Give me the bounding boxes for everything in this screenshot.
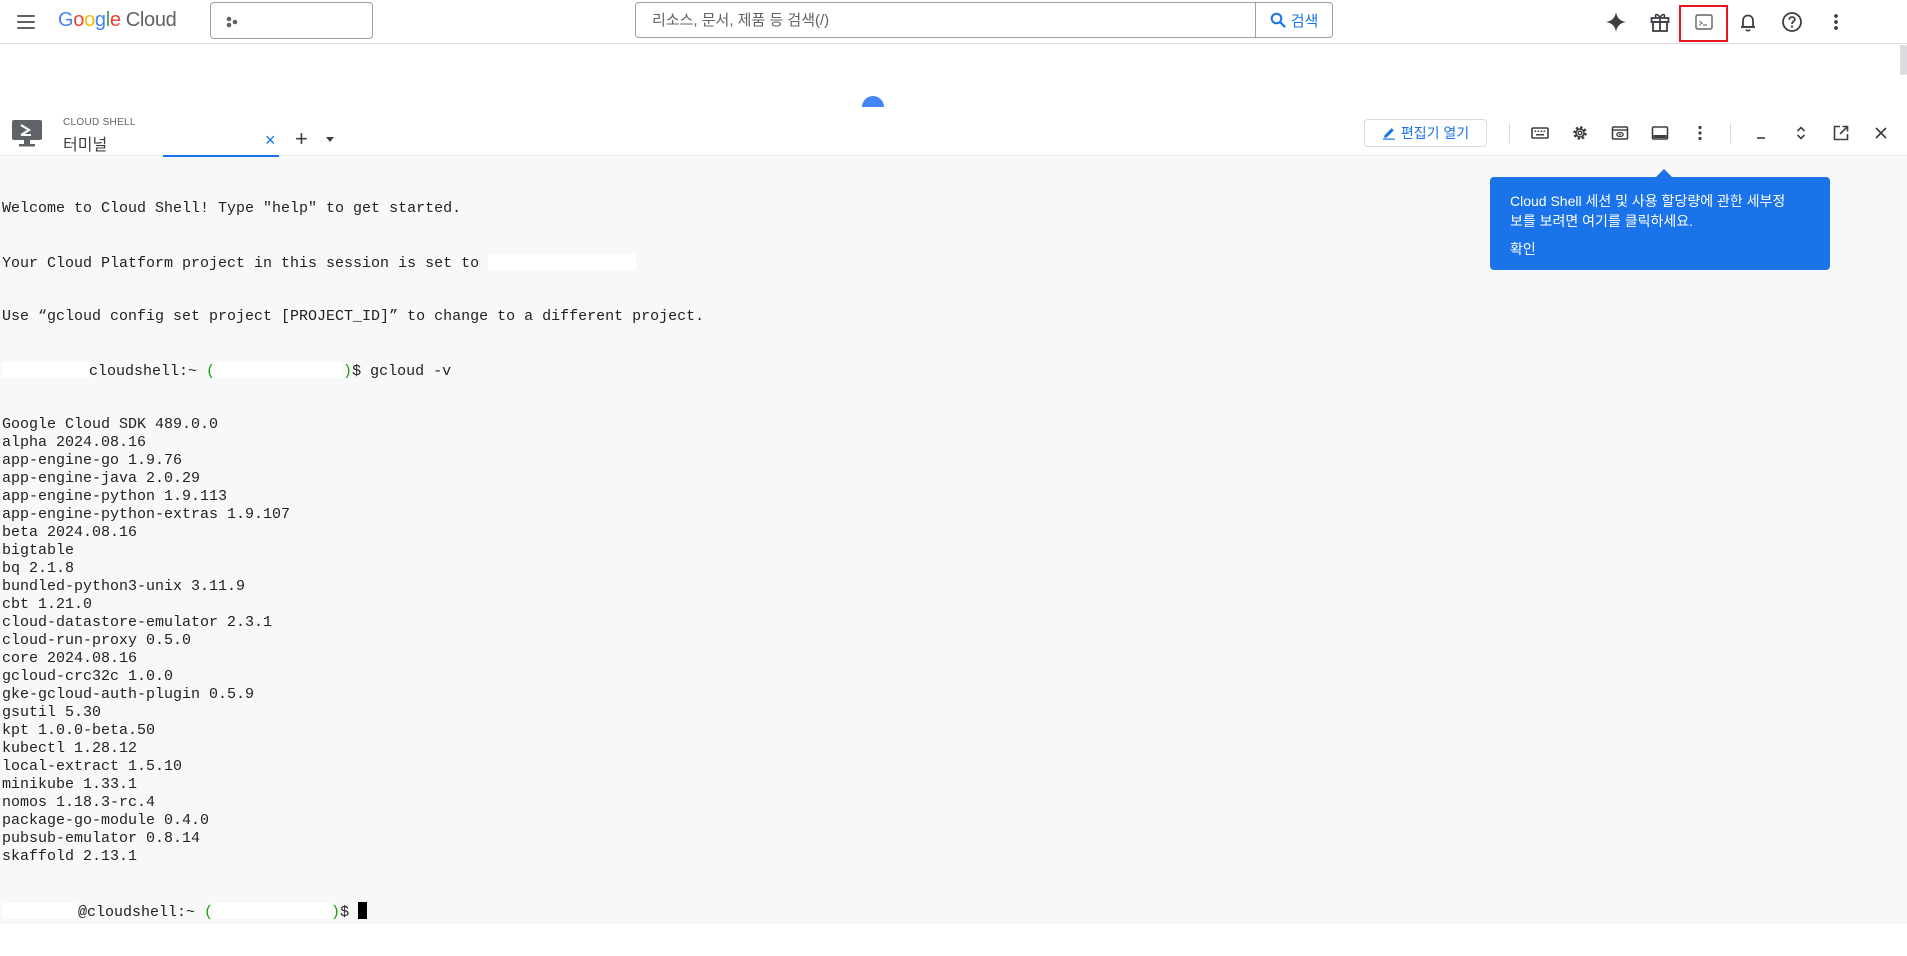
terminal-output-line: gke-gcloud-auth-plugin 0.5.9 bbox=[2, 686, 255, 703]
cloud-shell-kicker: CLOUD SHELL bbox=[63, 117, 136, 128]
terminal-output-line: local-extract 1.5.10 bbox=[2, 758, 183, 775]
search-button[interactable]: 검색 bbox=[1255, 3, 1332, 37]
cloud-shell-logo-icon bbox=[12, 120, 42, 147]
open-editor-label: 편집기 열기 bbox=[1400, 125, 1470, 141]
console-content-area bbox=[0, 45, 1907, 109]
terminal-output-line: gcloud-crc32c 1.0.0 bbox=[2, 668, 174, 685]
highlight-box bbox=[1679, 5, 1728, 42]
search-bar: 검색 bbox=[635, 2, 1333, 38]
terminal-line: Use “gcloud config set project [PROJECT_… bbox=[2, 308, 705, 325]
terminal-output-line: skaffold 2.13.1 bbox=[2, 848, 138, 865]
terminal-output-line: gsutil 5.30 bbox=[2, 704, 102, 721]
redacted-project-id bbox=[215, 362, 344, 378]
search-input[interactable] bbox=[636, 3, 1255, 37]
help-icon[interactable] bbox=[1774, 4, 1810, 40]
terminal-pane[interactable]: Welcome to Cloud Shell! Type "help" to g… bbox=[0, 157, 1907, 924]
terminal-output-line: alpha 2024.08.16 bbox=[2, 434, 147, 451]
top-app-bar: GoogleCloud 검색 bbox=[0, 0, 1907, 44]
terminal-line: Your Cloud Platform project in this sess… bbox=[2, 254, 704, 272]
divider bbox=[1509, 123, 1510, 143]
redacted-project-id bbox=[488, 254, 637, 270]
chevron-down-icon[interactable] bbox=[326, 137, 334, 142]
google-cloud-logo[interactable]: Google Cloud bbox=[58, 9, 177, 32]
more-vert-icon[interactable] bbox=[1684, 117, 1716, 149]
open-editor-button[interactable]: 편집기 열기 bbox=[1364, 119, 1487, 147]
search-button-label: 검색 bbox=[1290, 12, 1319, 30]
terminal-line: Welcome to Cloud Shell! Type "help" to g… bbox=[2, 200, 462, 217]
terminal-output-line: bundled-python3-unix 3.11.9 bbox=[2, 578, 246, 595]
open-in-new-window-icon[interactable] bbox=[1825, 117, 1857, 149]
terminal-output-line: pubsub-emulator 0.8.14 bbox=[2, 830, 201, 847]
redacted-username bbox=[2, 903, 78, 919]
terminal-output-line: app-engine-go 1.9.76 bbox=[2, 452, 183, 469]
terminal-cursor bbox=[358, 902, 368, 919]
minimize-icon[interactable] bbox=[1745, 117, 1777, 149]
gear-icon[interactable] bbox=[1564, 117, 1596, 149]
divider bbox=[1730, 123, 1731, 143]
tab-terminal-label: 터미널 bbox=[63, 137, 108, 154]
redacted-project-id bbox=[213, 903, 332, 919]
terminal-output-line: bq 2.1.8 bbox=[2, 560, 75, 577]
notifications-bell-icon[interactable] bbox=[1730, 4, 1766, 40]
terminal-output-line: Google Cloud SDK 489.0.0 bbox=[2, 416, 219, 433]
search-icon bbox=[1270, 12, 1286, 28]
expand-collapse-icon[interactable] bbox=[1785, 117, 1817, 149]
gemini-sparkle-icon[interactable] bbox=[1598, 4, 1634, 40]
cloud-shell-header: CLOUD SHELL 터미널 × + 편집기 열기 bbox=[0, 110, 1907, 158]
tooltip-ok-button[interactable]: 확인 bbox=[1510, 239, 1536, 259]
tab-close-icon[interactable]: × bbox=[265, 131, 276, 149]
terminal-output-line: cbt 1.21.0 bbox=[2, 596, 93, 613]
close-icon[interactable] bbox=[1865, 117, 1897, 149]
terminal-output-line: cloud-run-proxy 0.5.0 bbox=[2, 632, 192, 649]
add-tab-button[interactable]: + bbox=[295, 128, 308, 150]
terminal-output-line: app-engine-python-extras 1.9.107 bbox=[2, 506, 291, 523]
terminal-output-line: kpt 1.0.0-beta.50 bbox=[2, 722, 156, 739]
terminal-output-line: nomos 1.18.3-rc.4 bbox=[2, 794, 156, 811]
terminal-output-line: app-engine-java 2.0.29 bbox=[2, 470, 201, 487]
tooltip-text: Cloud Shell 세션 및 사용 할당량에 관한 세부정 보를 보려면 여… bbox=[1510, 193, 1786, 229]
terminal-prompt-line: cloudshell:~ ()$ gcloud -v bbox=[2, 362, 704, 380]
project-picker-button[interactable] bbox=[210, 2, 373, 39]
terminal-layout-icon[interactable] bbox=[1644, 117, 1676, 149]
web-preview-icon[interactable] bbox=[1604, 117, 1636, 149]
page-scrollbar[interactable] bbox=[1900, 45, 1907, 75]
gift-icon[interactable] bbox=[1642, 4, 1678, 40]
menu-icon[interactable] bbox=[14, 10, 38, 34]
terminal-prompt-line: @cloudshell:~ ()$ bbox=[2, 902, 704, 921]
tab-terminal[interactable]: 터미널 × bbox=[63, 130, 279, 158]
gcloud-version-output: Google Cloud SDK 489.0.0 alpha 2024.08.16… bbox=[2, 416, 704, 866]
terminal-output-line: minikube 1.33.1 bbox=[2, 776, 138, 793]
terminal-output-line: beta 2024.08.16 bbox=[2, 524, 138, 541]
more-vert-icon[interactable] bbox=[1818, 4, 1854, 40]
terminal-output: Welcome to Cloud Shell! Type "help" to g… bbox=[2, 164, 704, 956]
terminal-output-line: core 2024.08.16 bbox=[2, 650, 138, 667]
keyboard-icon[interactable] bbox=[1524, 117, 1556, 149]
terminal-output-line: bigtable bbox=[2, 542, 75, 559]
terminal-output-line: package-go-module 0.4.0 bbox=[2, 812, 210, 829]
onboarding-tooltip: Cloud Shell 세션 및 사용 할당량에 관한 세부정 보를 보려면 여… bbox=[1490, 169, 1830, 270]
pencil-icon bbox=[1382, 128, 1395, 140]
terminal-output-line: kubectl 1.28.12 bbox=[2, 740, 138, 757]
project-picker-icon bbox=[226, 16, 238, 28]
redacted-username bbox=[2, 362, 89, 378]
terminal-output-line: cloud-datastore-emulator 2.3.1 bbox=[2, 614, 273, 631]
terminal-output-line: app-engine-python 1.9.113 bbox=[2, 488, 228, 505]
